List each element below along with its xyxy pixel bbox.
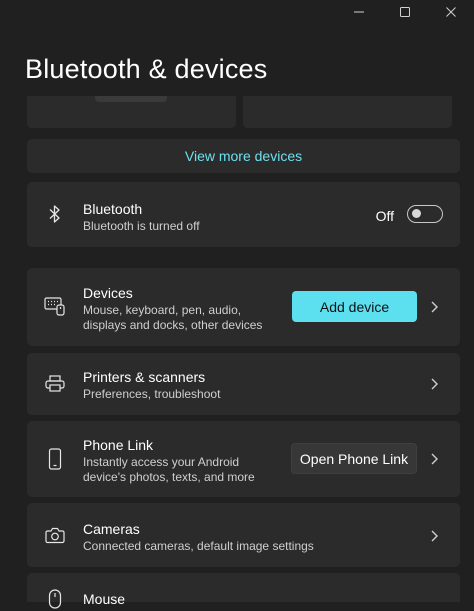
device-tile[interactable] (27, 96, 236, 128)
mouse-title: Mouse (83, 591, 126, 607)
bluetooth-text: Bluetooth Bluetooth is turned off (83, 201, 200, 234)
mouse-icon (43, 587, 67, 611)
phone-link-row[interactable]: Phone Link Instantly access your Android… (27, 421, 460, 497)
add-device-button[interactable]: Add device (292, 291, 417, 322)
cameras-desc: Connected cameras, default image setting… (83, 539, 314, 553)
phone-link-desc-line2: device's photos, texts, and more (83, 470, 255, 484)
close-button[interactable] (428, 0, 474, 24)
mouse-text: Mouse (83, 591, 125, 608)
chevron-right-icon (431, 530, 438, 542)
camera-icon (43, 523, 67, 547)
printers-text: Printers & scanners Preferences, trouble… (83, 369, 220, 402)
phone-link-desc-line1: Instantly access your Android (83, 455, 240, 469)
bluetooth-icon (43, 202, 67, 226)
devices-title: Devices (83, 285, 133, 301)
bluetooth-toggle[interactable] (407, 205, 443, 223)
bluetooth-row: Bluetooth Bluetooth is turned off Off (27, 182, 460, 247)
devices-desc-line2: displays and docks, other devices (83, 318, 263, 332)
cameras-row[interactable]: Cameras Connected cameras, default image… (27, 503, 460, 567)
bluetooth-desc: Bluetooth is turned off (83, 219, 200, 233)
chevron-right-icon (431, 453, 438, 465)
mouse-row[interactable]: Mouse (27, 573, 460, 609)
chevron-right-icon (431, 378, 438, 390)
devices-desc-line1: Mouse, keyboard, pen, audio, (83, 303, 242, 317)
maximize-button[interactable] (382, 0, 428, 24)
devices-row[interactable]: Devices Mouse, keyboard, pen, audio, dis… (27, 268, 460, 346)
phone-icon (43, 447, 67, 471)
device-tile-button[interactable] (95, 96, 167, 102)
device-tile[interactable] (243, 96, 452, 128)
page-title: Bluetooth & devices (25, 54, 268, 84)
printer-icon (43, 372, 67, 396)
devices-icon (43, 294, 67, 318)
maximize-icon (400, 7, 410, 17)
view-more-devices-label: View more devices (184, 148, 303, 164)
close-icon (446, 7, 456, 17)
minimize-button[interactable] (336, 0, 382, 24)
chevron-right-icon (431, 301, 438, 313)
phone-link-title: Phone Link (83, 437, 154, 453)
phone-link-text: Phone Link Instantly access your Android… (83, 437, 255, 485)
printers-scanners-row[interactable]: Printers & scanners Preferences, trouble… (27, 353, 460, 415)
printers-title: Printers & scanners (83, 369, 206, 385)
window-controls (336, 0, 474, 24)
toggle-knob (412, 209, 421, 218)
cameras-text: Cameras Connected cameras, default image… (83, 521, 314, 554)
minimize-icon (354, 11, 364, 13)
view-more-devices-button[interactable]: View more devices (27, 139, 460, 173)
cameras-title: Cameras (83, 521, 140, 537)
printers-desc: Preferences, troubleshoot (83, 387, 221, 401)
open-phone-link-button[interactable]: Open Phone Link (291, 443, 417, 474)
bluetooth-title: Bluetooth (83, 201, 143, 217)
bluetooth-state-label: Off (375, 208, 394, 224)
devices-text: Devices Mouse, keyboard, pen, audio, dis… (83, 285, 262, 333)
